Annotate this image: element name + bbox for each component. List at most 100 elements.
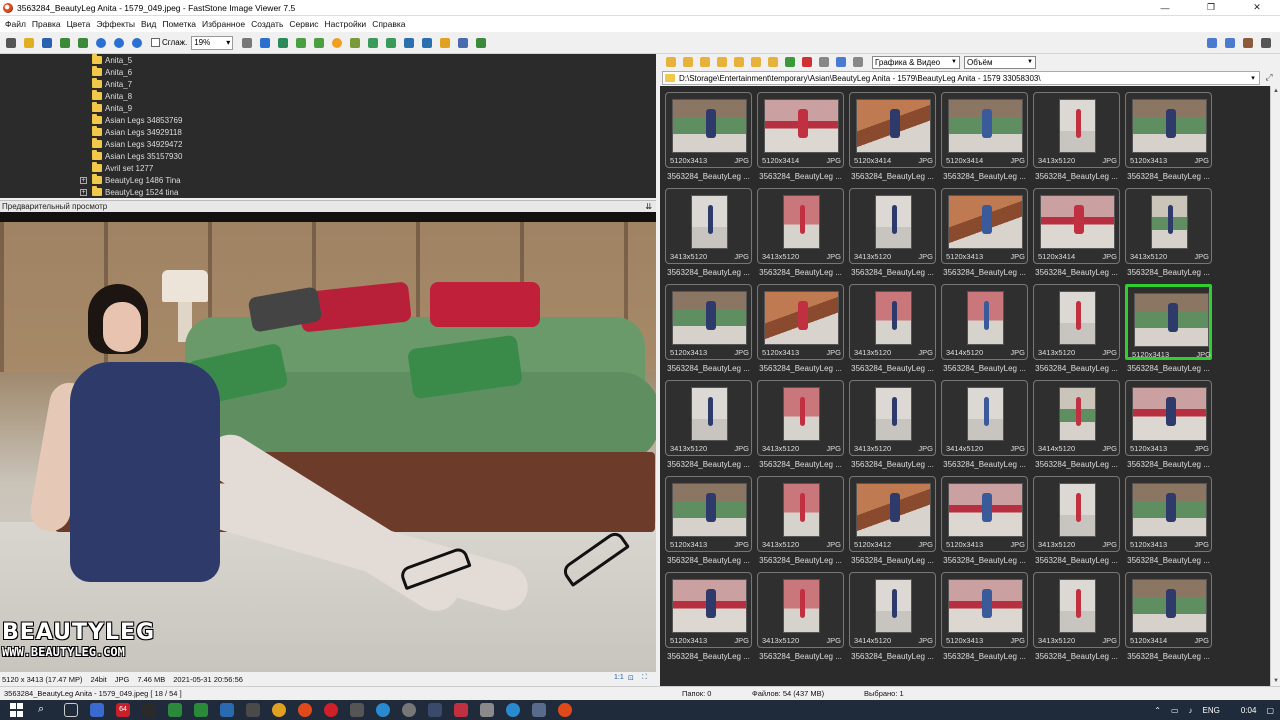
app-yellow-icon[interactable] [272,703,286,717]
app-icon-2[interactable] [402,703,416,717]
sidebar-toggle-icon[interactable]: ⤢ [1263,72,1275,84]
thumbnail-image[interactable] [1059,291,1096,345]
zoom-in-icon[interactable] [93,35,109,51]
thumbnail[interactable]: 5120x3413 JPG 3563284_BeautyLeg ... [665,476,752,572]
open-folder-icon[interactable] [21,35,37,51]
thumbnail[interactable]: 3413x5120 JPG 3563284_BeautyLeg ... [757,476,844,572]
thumbnail-frame[interactable]: 5120x3413 JPG [941,572,1028,648]
tree-item[interactable]: Asian Legs 34929118 [92,126,182,138]
thumbnail-image[interactable] [1132,387,1207,441]
thumbnail-image[interactable] [948,195,1023,249]
folder-up-icon[interactable] [698,55,712,69]
crop-icon[interactable] [347,35,363,51]
telegram-2-icon[interactable] [506,703,520,717]
refresh-icon[interactable] [783,55,797,69]
tree-item[interactable]: Anita_7 [92,78,132,90]
menu-favorites[interactable]: Избранное [199,19,248,29]
thumbnail[interactable]: 3414x5120 JPG 3563284_BeautyLeg ... [849,572,936,668]
close-button[interactable]: ✕ [1234,0,1280,16]
thumbnail-frame[interactable]: 5120x3413 JPG [1125,92,1212,168]
export-icon[interactable] [75,35,91,51]
thumbnail-view-icon[interactable] [834,55,848,69]
flip-icon[interactable] [383,35,399,51]
thumbnail[interactable]: 3413x5120 JPG 3563284_BeautyLeg ... [757,188,844,284]
app-icon-5[interactable] [480,703,494,717]
app-icon-6[interactable] [532,703,546,717]
thumbnail[interactable]: 3414x5120 JPG 3563284_BeautyLeg ... [941,380,1028,476]
menu-tools[interactable]: Сервис [286,19,321,29]
path-text[interactable]: D:\Storage\Entertainment\temporary\Asian… [679,74,1247,83]
thumbnail-image[interactable] [1059,483,1096,537]
thumbnail[interactable]: 3413x5120 JPG 3563284_BeautyLeg ... [1033,572,1120,668]
nvidia-icon[interactable] [168,703,182,717]
thumbnail-image[interactable] [783,195,820,249]
layout-thumbnails-icon[interactable] [1240,35,1256,51]
tree-expander-icon[interactable]: + [80,188,87,196]
app-dark-icon[interactable] [142,703,156,717]
next-image-icon[interactable] [275,35,291,51]
tree-expander-icon[interactable]: + [80,176,87,184]
tree-item[interactable]: Asian Legs 34929472 [92,138,182,150]
thumbnail[interactable]: 5120x3413 JPG 3563284_BeautyLeg ... [665,92,752,188]
layout-preview-icon[interactable] [1222,35,1238,51]
thumbnail-image[interactable] [875,291,912,345]
thumbnail-frame[interactable]: 5120x3414 JPG [941,92,1028,168]
thumbnail-image[interactable] [783,483,820,537]
app-icon-4[interactable] [454,703,468,717]
sort-select[interactable]: Объём ▼ [964,55,1036,69]
thumbnail-frame[interactable]: 5120x3413 JPG [1125,476,1212,552]
thumbnail-image[interactable] [875,195,912,249]
thumbnail-image[interactable] [1059,99,1096,153]
thumbnail-image[interactable] [783,387,820,441]
thumbnail-frame[interactable]: 5120x3413 JPG [941,188,1028,264]
thumbnail-image[interactable] [1132,579,1207,633]
thumbnail-image[interactable] [875,579,912,633]
thumbnail-image[interactable] [1132,483,1207,537]
thumbnail-frame[interactable]: 3413x5120 JPG [757,476,844,552]
details-view-icon[interactable] [851,55,865,69]
thumbnail[interactable]: 3413x5120 JPG 3563284_BeautyLeg ... [1033,476,1120,572]
thumbnail[interactable]: 5120x3414 JPG 3563284_BeautyLeg ... [941,92,1028,188]
thumbnail-frame[interactable]: 3413x5120 JPG [849,284,936,360]
language-indicator[interactable]: ENG [1203,706,1220,715]
thumbnail[interactable]: 5120x3413 JPG 3563284_BeautyLeg ... [1125,380,1212,476]
thumbnail[interactable]: 5120x3413 JPG 3563284_BeautyLeg ... [941,188,1028,284]
thumbnail-image[interactable] [764,291,839,345]
thumbnail-image[interactable] [1059,579,1096,633]
app-blue-icon[interactable] [220,703,234,717]
layout-browser-icon[interactable] [1204,35,1220,51]
camera-icon[interactable] [3,35,19,51]
thumbnail[interactable]: 5120x3413 JPG 3563284_BeautyLeg ... [665,284,752,380]
zoom-select[interactable]: 19% ▾ [191,35,234,50]
collapse-preview-icon[interactable]: ⇊ [645,202,652,211]
preview-photo[interactable]: BEAUTYLEG WWW.BEAUTYLEG.COM [0,222,656,672]
thumbnail-image[interactable] [875,387,912,441]
menu-edit[interactable]: Правка [29,19,64,29]
delete-icon[interactable] [800,55,814,69]
network-icon[interactable]: ▭ [1171,706,1179,715]
task-view-icon[interactable] [64,703,78,717]
thumbnail[interactable]: 3413x5120 JPG 3563284_BeautyLeg ... [1125,188,1212,284]
thumbnail[interactable]: 3413x5120 JPG 3563284_BeautyLeg ... [665,380,752,476]
chrome-icon[interactable] [298,703,312,717]
tray-chevron-icon[interactable]: ⌃ [1154,706,1161,715]
thumbnail-grid[interactable]: 5120x3413 JPG 3563284_BeautyLeg ... 5120x34… [660,86,1270,686]
thumbnail-frame[interactable]: 3413x5120 JPG [1033,572,1120,648]
tree-item[interactable]: Asian Legs 34853769 [92,114,182,126]
tree-item[interactable]: + BeautyLeg 1486 Tina [80,174,181,186]
thumbnail-frame[interactable]: 3413x5120 JPG [1033,92,1120,168]
tree-item[interactable]: Anita_6 [92,66,132,78]
thumbnail-image[interactable] [672,291,747,345]
thumbnail-image[interactable] [1040,195,1115,249]
app-green-icon[interactable] [194,703,208,717]
thumbnail[interactable]: 5120x3413 JPG 3563284_BeautyLeg ... [941,476,1028,572]
thumbnail[interactable]: 3413x5120 JPG 3563284_BeautyLeg ... [849,188,936,284]
wallpaper-icon[interactable] [473,35,489,51]
app-icon-3[interactable] [428,703,442,717]
thumbnail-frame[interactable]: 3413x5120 JPG [757,572,844,648]
thumbnail[interactable]: 5120x3413 JPG 3563284_BeautyLeg ... [757,284,844,380]
menu-help[interactable]: Справка [369,19,408,29]
thumbnail[interactable]: 3413x5120 JPG 3563284_BeautyLeg ... [1033,284,1120,380]
thumbnail[interactable]: 5120x3414 JPG 3563284_BeautyLeg ... [1033,188,1120,284]
new-folder-icon[interactable] [732,55,746,69]
